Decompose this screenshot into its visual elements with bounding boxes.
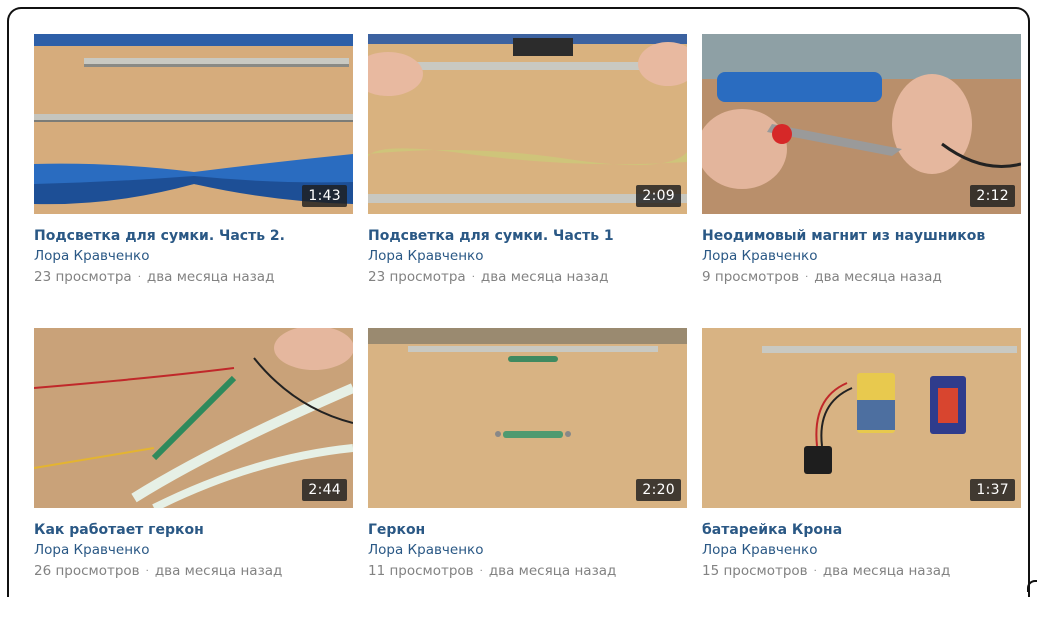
video-thumbnail[interactable]: 2:20 [368, 328, 687, 508]
video-age: два месяца назад [155, 563, 283, 579]
video-card: 2:44 Как работает геркон Лора Кравченко … [34, 328, 353, 622]
video-age: два месяца назад [147, 269, 275, 285]
video-duration: 2:44 [302, 479, 347, 501]
video-duration: 2:09 [636, 185, 681, 207]
meta-separator: · [146, 566, 149, 577]
meta-separator: · [480, 566, 483, 577]
video-card: 2:20 Геркон Лора Кравченко 11 просмотров… [368, 328, 687, 622]
video-thumbnail[interactable]: 1:37 [702, 328, 1021, 508]
video-duration: 1:43 [302, 185, 347, 207]
meta-separator: · [805, 272, 808, 283]
video-views: 23 просмотра [368, 269, 466, 285]
video-card: 1:37 батарейка Крона Лора Кравченко 15 п… [702, 328, 1021, 622]
video-meta: 23 просмотра · два месяца назад [34, 266, 353, 289]
video-duration: 2:20 [636, 479, 681, 501]
video-author-link[interactable]: Лора Кравченко [368, 540, 687, 560]
video-title-link[interactable]: Как работает геркон [34, 520, 353, 540]
video-views: 11 просмотров [368, 563, 474, 579]
video-title-link[interactable]: батарейка Крона [702, 520, 1021, 540]
video-meta: 26 просмотров · два месяца назад [34, 560, 353, 583]
video-author-link[interactable]: Лора Кравченко [34, 540, 353, 560]
video-duration: 1:37 [970, 479, 1015, 501]
video-views: 23 просмотра [34, 269, 132, 285]
meta-separator: · [138, 272, 141, 283]
video-meta: 11 просмотров · два месяца назад [368, 560, 687, 583]
video-thumbnail[interactable]: 2:44 [34, 328, 353, 508]
video-meta: 15 просмотров · два месяца назад [702, 560, 1021, 583]
meta-separator: · [472, 272, 475, 283]
video-author-link[interactable]: Лора Кравченко [702, 540, 1021, 560]
video-age: два месяца назад [814, 269, 942, 285]
video-author-link[interactable]: Лора Кравченко [702, 246, 1021, 266]
video-thumbnail[interactable]: 2:12 [702, 34, 1021, 214]
video-title-link[interactable]: Подсветка для сумки. Часть 2. [34, 226, 353, 246]
video-meta: 23 просмотра · два месяца назад [368, 266, 687, 289]
video-views: 15 просмотров [702, 563, 808, 579]
video-card: 2:12 Неодимовый магнит из наушников Лора… [702, 34, 1021, 328]
video-title-link[interactable]: Подсветка для сумки. Часть 1 [368, 226, 687, 246]
meta-separator: · [814, 566, 817, 577]
video-title-link[interactable]: Геркон [368, 520, 687, 540]
video-author-link[interactable]: Лора Кравченко [34, 246, 353, 266]
video-author-link[interactable]: Лора Кравченко [368, 246, 687, 266]
frame-corner-mark [1027, 580, 1037, 592]
video-views: 9 просмотров [702, 269, 799, 285]
video-duration: 2:12 [970, 185, 1015, 207]
video-age: два месяца назад [489, 563, 617, 579]
video-thumbnail[interactable]: 2:09 [368, 34, 687, 214]
video-card: 1:43 Подсветка для сумки. Часть 2. Лора … [34, 34, 353, 328]
video-thumbnail[interactable]: 1:43 [34, 34, 353, 214]
video-title-link[interactable]: Неодимовый магнит из наушников [702, 226, 1021, 246]
video-views: 26 просмотров [34, 563, 140, 579]
video-age: два месяца назад [823, 563, 951, 579]
video-card: 2:09 Подсветка для сумки. Часть 1 Лора К… [368, 34, 687, 328]
video-grid: 1:43 Подсветка для сумки. Часть 2. Лора … [34, 34, 1021, 622]
video-meta: 9 просмотров · два месяца назад [702, 266, 1021, 289]
video-age: два месяца назад [481, 269, 609, 285]
